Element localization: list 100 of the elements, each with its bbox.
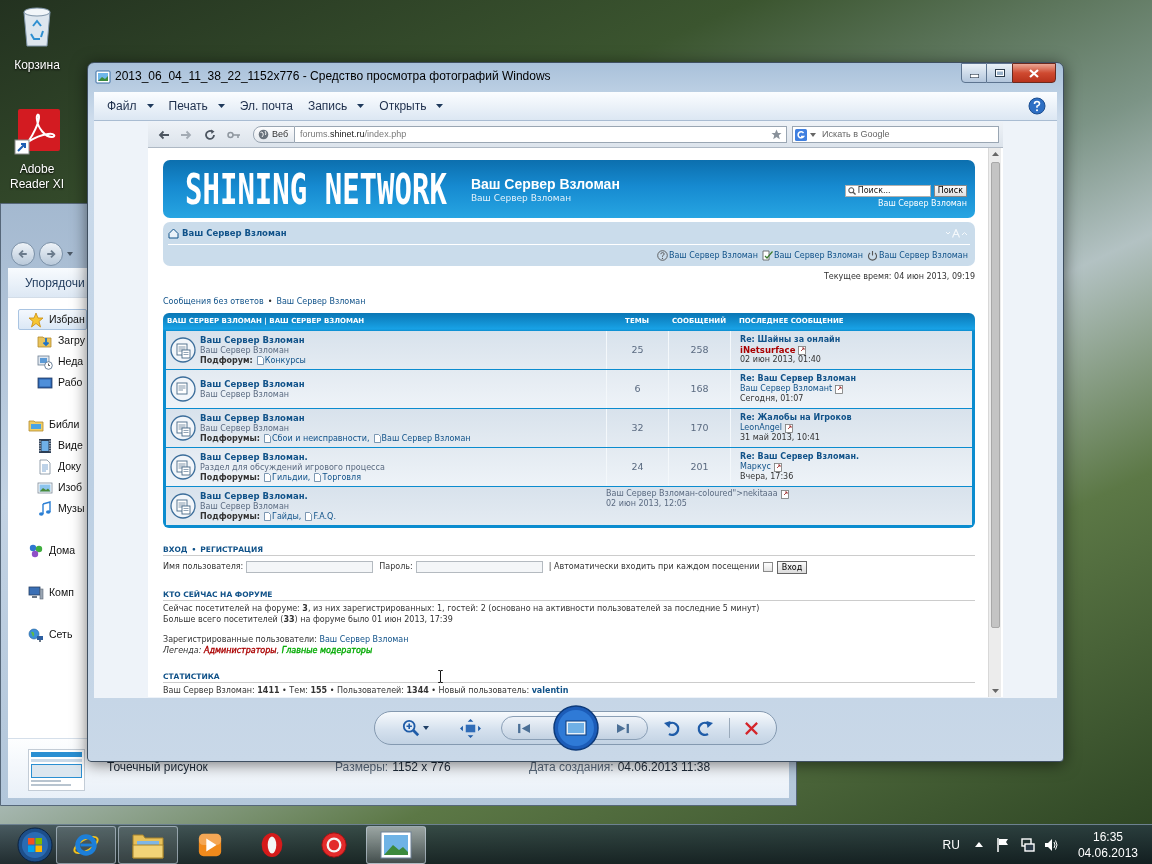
view-post-icon[interactable] [835,384,845,394]
scrollbar-track[interactable] [988,148,1001,697]
home-link[interactable]: Ваш Сервер Взломан [168,226,287,240]
scroll-up-icon[interactable] [991,152,999,156]
show-hidden-icons-icon[interactable] [974,842,983,847]
nav-item[interactable]: Комп [18,582,87,603]
taskbar-button[interactable] [118,825,178,864]
forum-link[interactable]: Ваш Сервер Взломан [276,296,366,307]
nav-item[interactable]: Загру [27,330,87,351]
group-link[interactable]: Главные модераторы [281,646,373,655]
taskbar-button[interactable] [366,825,426,864]
menu-item[interactable]: Открыть [379,95,444,117]
key-icon[interactable] [227,130,241,139]
forum-link[interactable]: Сообщения без ответов [163,296,264,307]
subforum-link[interactable]: Торговля [314,472,361,483]
nav-item[interactable]: Избран [18,309,87,330]
nav-item[interactable]: Музы [27,498,87,519]
nav-item[interactable]: Библи [18,414,87,435]
nav-item[interactable]: Доку [27,456,87,477]
username-field[interactable] [246,561,374,573]
zoom-icon[interactable] [402,719,420,737]
nav-item[interactable]: Неда [27,351,87,372]
author-link[interactable]: Маркус [740,462,771,472]
scrollbar-thumb[interactable] [990,162,1000,628]
navbar-link[interactable]: Ваш Сервер Взломан [761,249,863,262]
minimize-button[interactable] [961,63,987,83]
author-link[interactable]: LeonAngel [740,423,782,433]
network-icon[interactable] [1020,837,1035,852]
navbar-link[interactable]: Ваш Сервер Взломан [867,249,968,262]
navbar-link[interactable]: Ваш Сервер Взломан [656,249,758,262]
organize-button[interactable]: Упорядочи [18,271,85,294]
view-post-icon[interactable] [798,345,808,355]
search-field[interactable]: Искать в Google [792,126,1000,143]
next-icon[interactable] [616,722,629,734]
clock-time[interactable]: 16:35 [1092,828,1123,845]
nav-item[interactable]: Рабо [27,372,87,393]
subforum-link[interactable]: Гайды, [264,511,302,522]
nav-item[interactable]: Виде [27,435,87,456]
start-orb-icon[interactable] [17,826,53,863]
fit-to-window-icon[interactable] [460,718,481,738]
subforum-link[interactable]: Гильдии, [264,472,311,483]
web-button[interactable]: Веб [253,126,296,143]
nav-item[interactable]: Изоб [27,477,87,498]
back-arrow-icon[interactable] [158,129,170,140]
author-link[interactable]: Ваш Сервер Взломанt [740,384,833,394]
back-button[interactable] [11,242,35,266]
forum-title-link[interactable]: Ваш Сервер Взломан [200,378,305,390]
clock-date[interactable]: 04.06.2013 [1077,844,1138,861]
subforum-link[interactable]: Ваш Сервер Взломан [373,433,471,444]
forward-button[interactable] [39,242,63,266]
volume-icon[interactable] [1043,837,1058,852]
previous-icon[interactable] [518,722,531,734]
language-indicator[interactable]: RU [942,835,960,854]
last-post-link[interactable]: Re: Ваш Сервер Взломан [740,374,856,384]
forum-title-link[interactable]: Ваш Сервер Взломан. [200,451,308,463]
caret-icon[interactable] [67,252,73,256]
subforum-link[interactable]: Конкурсы [256,355,306,366]
desktop-icon-label[interactable]: Корзина [14,58,60,73]
subforum-link[interactable]: Сбои и неисправности, [264,433,370,444]
last-post-link[interactable]: Re: Ваш Сервер Взломан. [740,452,859,462]
pdf-shortcut-icon[interactable] [14,109,60,155]
user-link[interactable]: Ваш Сервер Взломан [319,635,409,644]
menu-item[interactable]: Эл. почта [239,95,293,117]
reload-icon[interactable] [204,128,216,141]
password-field[interactable] [415,561,543,573]
delete-icon[interactable] [744,720,759,736]
view-post-icon[interactable] [773,462,783,472]
forum-title-link[interactable]: Ваш Сервер Взломан. [200,490,308,502]
slideshow-icon[interactable] [553,705,599,751]
login-button[interactable]: Вход [776,560,808,574]
nav-item[interactable]: Дома [18,540,87,561]
help-icon[interactable] [1028,97,1046,115]
view-post-icon[interactable] [780,489,790,499]
site-logo[interactable]: SHINING NETWORK [185,171,447,207]
search-field[interactable]: Поиск... [844,185,931,197]
bookmark-star-icon[interactable] [771,129,783,140]
rotate-left-icon[interactable] [663,719,681,737]
group-link[interactable]: Администраторы [203,646,277,655]
rotate-right-icon[interactable] [696,719,714,737]
nav-item[interactable]: Сеть [18,624,87,645]
scroll-down-icon[interactable] [991,689,999,693]
search-button[interactable]: Поиск [933,185,967,197]
last-post-link[interactable]: Re: Жалобы на Игроков [740,413,852,423]
last-post-link[interactable]: Re: Шайны за онлайн [740,335,841,345]
caret-icon[interactable] [423,726,429,730]
view-post-icon[interactable] [784,423,794,433]
url-field[interactable]: forums.shinet.ru/index.php [295,126,788,143]
forum-title-link[interactable]: Ваш Сервер Взломан [200,412,305,424]
menu-item[interactable]: Запись [307,95,365,117]
menu-item[interactable]: Печать [168,95,225,117]
menu-item[interactable]: Файл [107,95,154,117]
subforum-link[interactable]: F.A.Q. [305,511,336,522]
maximize-button[interactable] [987,63,1012,83]
flag-icon[interactable] [996,837,1009,852]
newest-user-link[interactable]: valentin [531,686,569,695]
author-link[interactable]: iNetsurface [740,345,796,355]
desktop-icon-label[interactable]: Adobe Reader XI [6,162,68,192]
forum-title-link[interactable]: Ваш Сервер Взломан [200,334,305,346]
remember-checkbox[interactable] [762,562,773,572]
close-button[interactable] [1012,63,1056,83]
